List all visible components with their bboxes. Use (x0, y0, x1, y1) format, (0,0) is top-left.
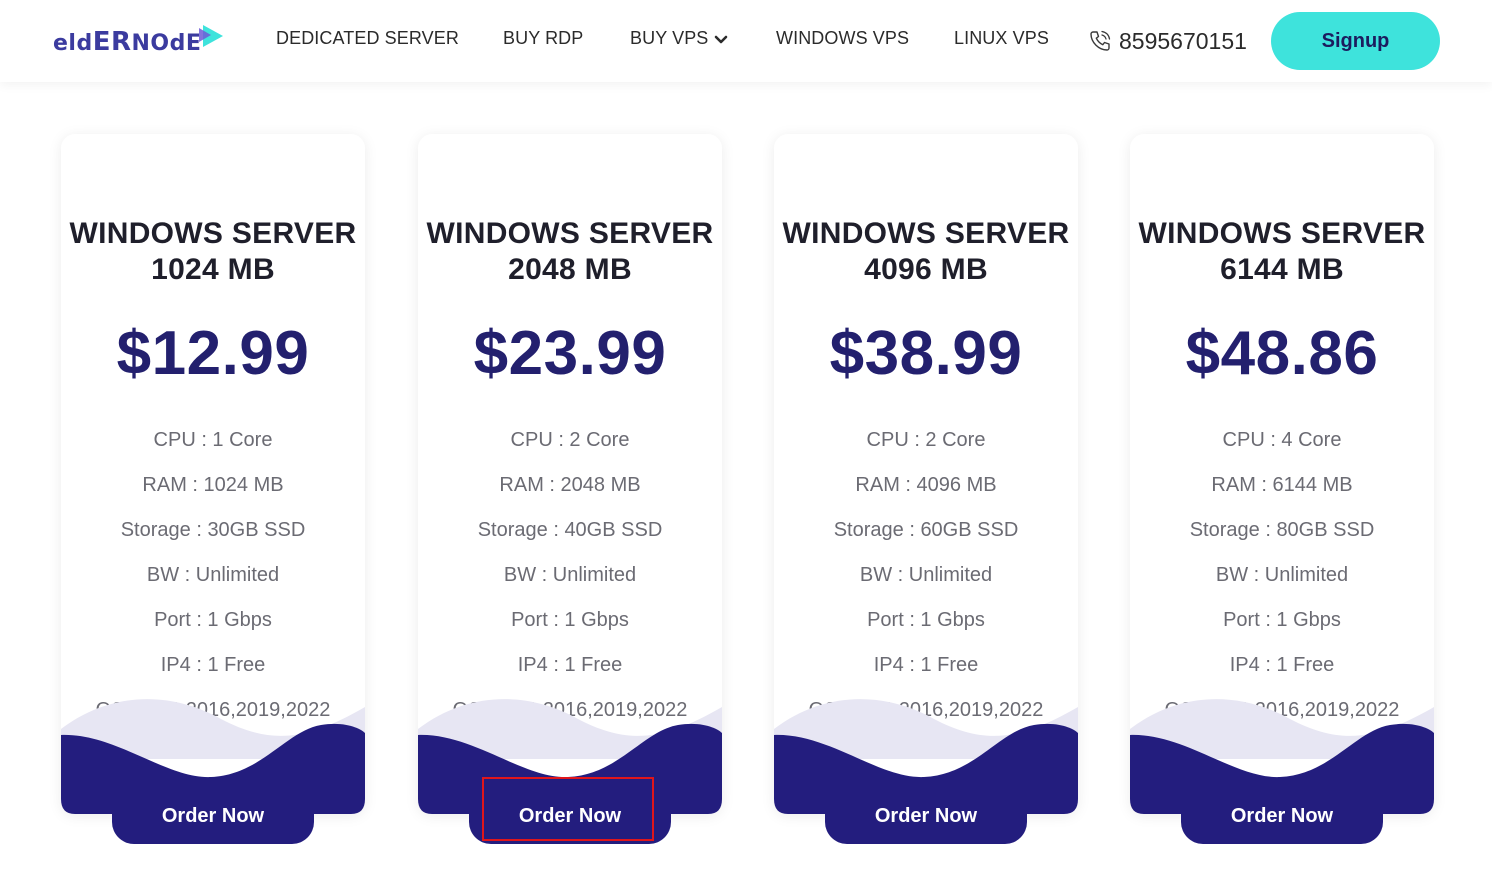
feature-ipv4: IP4 : 1 Free (517, 654, 623, 676)
feature-storage: Storage : 60GB SSD (833, 519, 1019, 541)
feature-storage: Storage : 30GB SSD (120, 519, 306, 541)
plan-features: CPU : 1 Core RAM : 1024 MB Storage : 30G… (61, 429, 365, 744)
plan-price: $23.99 (473, 319, 667, 388)
feature-ipv4: IP4 : 1 Free (160, 654, 266, 676)
feature-storage: Storage : 40GB SSD (477, 519, 663, 541)
nav-buy-rdp[interactable]: BUY RDP (503, 28, 583, 49)
feature-port: Port : 1 Gbps (867, 609, 985, 631)
nav-windows-vps[interactable]: WINDOWS VPS (776, 28, 909, 49)
plan-card-6144: WINDOWS SERVER 6144 MB $48.86 CPU : 4 Co… (1130, 134, 1434, 844)
phone-icon (1090, 30, 1111, 51)
feature-bandwidth: BW : Unlimited (1215, 564, 1349, 586)
nav-buy-vps-label: BUY VPS (630, 28, 709, 48)
feature-cpu: CPU : 4 Core (1222, 429, 1342, 451)
feature-ipv4: IP4 : 1 Free (873, 654, 979, 676)
feature-ram: RAM : 4096 MB (855, 474, 997, 496)
nav-buy-vps[interactable]: BUY VPS (630, 28, 728, 50)
order-now-button[interactable]: Order Now (825, 788, 1027, 844)
feature-bandwidth: BW : Unlimited (503, 564, 637, 586)
feature-ipv4: IP4 : 1 Free (1229, 654, 1335, 676)
feature-bandwidth: BW : Unlimited (146, 564, 280, 586)
plan-card-2048: WINDOWS SERVER 2048 MB $23.99 CPU : 2 Co… (418, 134, 722, 844)
feature-cpu: CPU : 1 Core (153, 429, 273, 451)
plan-price: $38.99 (829, 319, 1023, 388)
plan-price: $12.99 (116, 319, 310, 388)
plan-features: CPU : 2 Core RAM : 4096 MB Storage : 60G… (774, 429, 1078, 744)
order-now-button[interactable]: Order Now (1181, 788, 1383, 844)
logo-arrow-icon (199, 25, 224, 47)
feature-storage: Storage : 80GB SSD (1189, 519, 1375, 541)
chevron-down-icon (714, 29, 728, 50)
phone-contact[interactable]: 8595670151 (1088, 26, 1247, 56)
plan-features: CPU : 4 Core RAM : 6144 MB Storage : 80G… (1130, 429, 1434, 744)
order-now-button[interactable]: Order Now (469, 788, 671, 844)
phone-number: 8595670151 (1119, 27, 1247, 54)
plan-title: WINDOWS SERVER 6144 MB (1138, 217, 1426, 286)
plan-card-1024: WINDOWS SERVER 1024 MB $12.99 CPU : 1 Co… (61, 134, 365, 844)
nav-linux-vps[interactable]: LINUX VPS (954, 28, 1049, 49)
logo-wordmark: eldERNOdE (53, 27, 202, 57)
site-header: eldERNOdE DEDICATED SERVER BUY RDP BUY V… (0, 0, 1492, 82)
plan-features: CPU : 2 Core RAM : 2048 MB Storage : 40G… (418, 429, 722, 744)
feature-port: Port : 1 Gbps (154, 609, 272, 631)
feature-cpu: CPU : 2 Core (866, 429, 986, 451)
feature-ram: RAM : 1024 MB (142, 474, 284, 496)
plan-title: WINDOWS SERVER 4096 MB (782, 217, 1070, 286)
feature-port: Port : 1 Gbps (1223, 609, 1341, 631)
nav-dedicated-server[interactable]: DEDICATED SERVER (276, 28, 459, 49)
feature-cpu: CPU : 2 Core (510, 429, 630, 451)
feature-ram: RAM : 6144 MB (1211, 474, 1353, 496)
eldernode-logo[interactable]: eldERNOdE (53, 22, 227, 62)
signup-button[interactable]: Signup (1271, 12, 1440, 70)
feature-bandwidth: BW : Unlimited (859, 564, 993, 586)
plan-price: $48.86 (1185, 319, 1379, 388)
plan-title: WINDOWS SERVER 1024 MB (69, 217, 357, 286)
plan-title: WINDOWS SERVER 2048 MB (426, 217, 714, 286)
feature-ram: RAM : 2048 MB (499, 474, 641, 496)
order-now-button[interactable]: Order Now (112, 788, 314, 844)
plan-card-4096: WINDOWS SERVER 4096 MB $38.99 CPU : 2 Co… (774, 134, 1078, 844)
feature-port: Port : 1 Gbps (511, 609, 629, 631)
